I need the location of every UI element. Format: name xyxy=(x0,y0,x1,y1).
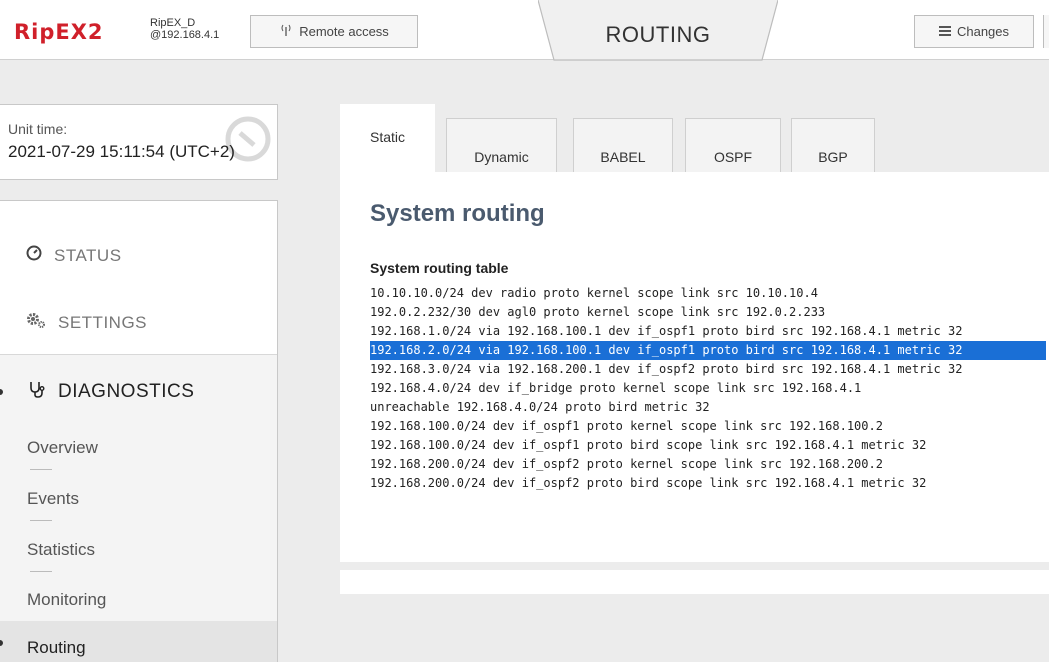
active-bullet xyxy=(0,389,3,395)
changes-button[interactable]: Changes xyxy=(914,15,1034,48)
sidebar-subitem-events[interactable]: Events xyxy=(27,489,79,509)
sidebar-subitem-monitoring[interactable]: Monitoring xyxy=(27,590,106,610)
sidebar-item-diagnostics[interactable]: DIAGNOSTICS xyxy=(28,380,194,404)
sidebar-item-status[interactable]: STATUS xyxy=(26,245,122,266)
divider xyxy=(30,520,52,521)
route-line[interactable]: 192.168.100.0/24 dev if_ospf1 proto kern… xyxy=(370,417,1046,436)
route-line[interactable]: 192.168.200.0/24 dev if_ospf2 proto kern… xyxy=(370,455,1046,474)
sidebar-item-settings[interactable]: SETTINGS xyxy=(26,312,147,333)
sidebar-item-status-label: STATUS xyxy=(54,245,122,265)
remote-access-button[interactable]: Remote access xyxy=(250,15,418,48)
tab-static[interactable]: Static xyxy=(340,104,435,174)
routing-table[interactable]: 10.10.10.0/24 dev radio proto kernel sco… xyxy=(370,284,1046,493)
route-line[interactable]: 192.168.4.0/24 dev if_bridge proto kerne… xyxy=(370,379,1046,398)
diagnostics-section: DIAGNOSTICS Overview Events Statistics M… xyxy=(0,354,277,662)
gauge-icon xyxy=(26,245,42,266)
sidebar-subitem-statistics[interactable]: Statistics xyxy=(27,540,95,560)
unit-time-label: Unit time: xyxy=(8,121,68,137)
unit-time-box: Unit time: 2021-07-29 15:11:54 (UTC+2) xyxy=(0,104,278,180)
list-icon xyxy=(938,24,951,39)
device-ip: @192.168.4.1 xyxy=(150,29,220,41)
route-line[interactable]: 192.0.2.232/30 dev agl0 proto kernel sco… xyxy=(370,303,1046,322)
route-line[interactable]: 192.168.1.0/24 via 192.168.100.1 dev if_… xyxy=(370,322,1046,341)
top-bar: RipEX2 RipEX_D @192.168.4.1 Remote acces… xyxy=(0,0,1049,60)
device-info: RipEX_D @192.168.4.1 xyxy=(150,17,219,41)
antenna-icon xyxy=(279,24,293,39)
sidebar-item-diagnostics-label: DIAGNOSTICS xyxy=(58,381,195,402)
route-line[interactable]: 192.168.200.0/24 dev if_ospf2 proto bird… xyxy=(370,474,1046,493)
tab-bgp[interactable]: BGP xyxy=(791,118,875,172)
remote-access-label: Remote access xyxy=(299,24,389,39)
divider xyxy=(30,571,52,572)
divider xyxy=(30,469,52,470)
page-title-tab: ROUTING xyxy=(538,0,778,68)
route-line[interactable]: 10.10.10.0/24 dev radio proto kernel sco… xyxy=(370,284,1046,303)
section-title: System routing xyxy=(370,200,545,227)
device-name: RipEX_D xyxy=(150,17,196,29)
clock-icon xyxy=(224,115,272,163)
stethoscope-icon xyxy=(28,380,46,404)
sidebar: STATUS SETTINGS DIAGNOSTICS Overview Eve… xyxy=(0,200,278,662)
sidebar-subitem-overview[interactable]: Overview xyxy=(27,438,98,458)
changes-label: Changes xyxy=(956,24,1010,39)
right-edge-button[interactable] xyxy=(1043,15,1049,48)
route-line[interactable]: unreachable 192.168.4.0/24 proto bird me… xyxy=(370,398,1046,417)
route-line-selected[interactable]: 192.168.2.0/24 via 192.168.100.1 dev if_… xyxy=(370,341,1046,360)
tab-bar: Static Dynamic BABEL OSPF BGP xyxy=(340,104,1049,174)
tab-ospf[interactable]: OSPF xyxy=(685,118,781,172)
tab-babel[interactable]: BABEL xyxy=(573,118,673,172)
routing-table-title: System routing table xyxy=(370,260,509,276)
main-panel: System routing System routing table 10.1… xyxy=(340,172,1049,562)
route-line[interactable]: 192.168.3.0/24 via 192.168.200.1 dev if_… xyxy=(370,360,1046,379)
page-title: ROUTING xyxy=(605,22,711,47)
bottom-panel xyxy=(340,570,1049,594)
unit-time-value: 2021-07-29 15:11:54 (UTC+2) xyxy=(8,142,235,161)
ripex-logo: RipEX2 xyxy=(14,20,104,44)
sidebar-item-settings-label: SETTINGS xyxy=(58,312,148,332)
sidebar-subitem-routing[interactable]: Routing xyxy=(27,638,86,658)
gears-icon xyxy=(26,312,46,333)
route-line[interactable]: 192.168.100.0/24 dev if_ospf1 proto bird… xyxy=(370,436,1046,455)
tab-dynamic[interactable]: Dynamic xyxy=(446,118,557,172)
